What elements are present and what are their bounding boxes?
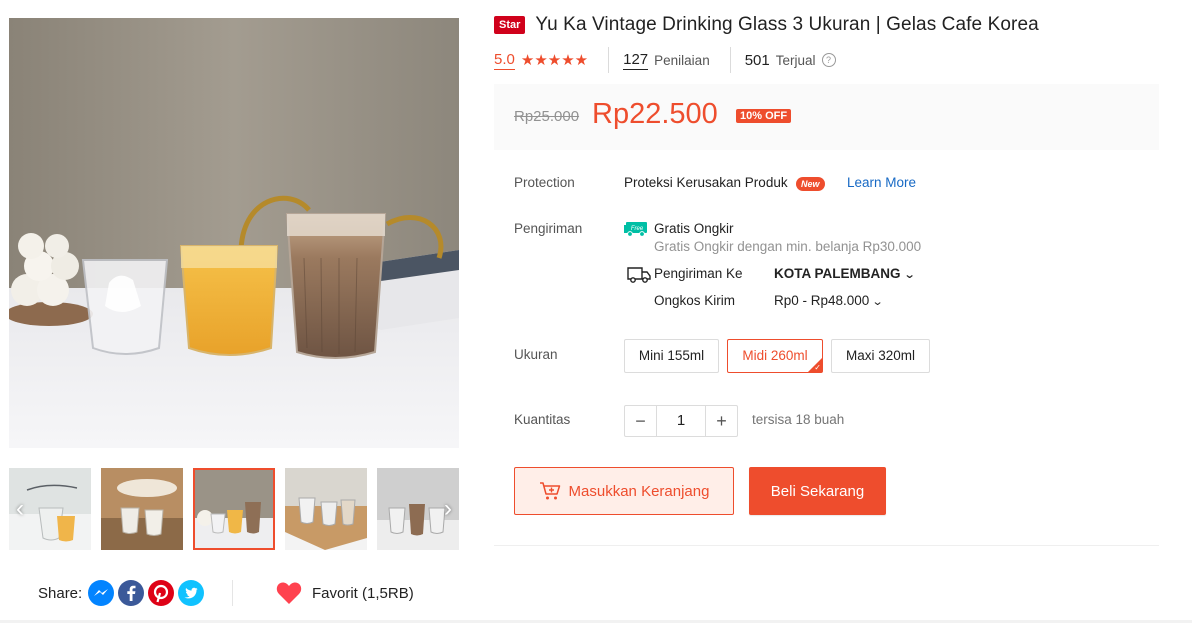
- truck-icon: [627, 267, 651, 283]
- product-photo: [9, 18, 459, 448]
- variant-option-label: Mini 155ml: [638, 348, 705, 363]
- product-title-row: Star Yu Ka Vintage Drinking Glass 3 Ukur…: [494, 14, 1039, 36]
- rating-score[interactable]: 5.0: [494, 51, 515, 70]
- current-price: Rp22.500: [592, 98, 718, 130]
- product-title: Yu Ka Vintage Drinking Glass 3 Ukuran | …: [535, 14, 1039, 35]
- question-icon[interactable]: ?: [821, 53, 836, 67]
- sold-count: 501: [744, 51, 770, 69]
- thumbnail-3-image: [193, 468, 275, 550]
- shipping-to-label: Pengiriman Ke: [654, 266, 743, 281]
- messenger-icon[interactable]: [88, 580, 115, 606]
- product-stats: 5.0 ★ ★ ★ ★ ★ 127 Penilaian 501 Terjual …: [494, 46, 836, 74]
- check-icon: ✓: [814, 363, 821, 372]
- shipping-cost-dropdown[interactable]: Rp0 - Rp48.000 ⌄: [774, 293, 884, 308]
- chevron-down-icon: ⌄: [903, 269, 916, 281]
- chevron-down-icon: ⌄: [871, 296, 884, 308]
- favorite-label: Favorit (1,5RB): [312, 584, 414, 602]
- star-icon: ★: [574, 51, 589, 69]
- variant-option-maxi[interactable]: Maxi 320ml: [831, 339, 930, 373]
- add-to-cart-label: Masukkan Keranjang: [568, 482, 710, 500]
- star-icon: ★: [520, 51, 535, 69]
- new-badge: New: [796, 177, 825, 191]
- thumbnail-4-image: [285, 468, 367, 550]
- buy-now-button[interactable]: Beli Sekarang: [749, 467, 886, 515]
- thumbnail-prev-arrow[interactable]: ‹: [9, 496, 31, 522]
- learn-more-link[interactable]: Learn More: [847, 175, 916, 190]
- thumbnail-strip: ‹ ›: [9, 468, 459, 550]
- shipping-cost-label: Ongkos Kirim: [654, 293, 736, 308]
- price-box: Rp25.000 Rp22.500 10% OFF: [494, 84, 1159, 150]
- share-bar: Share:: [38, 578, 233, 608]
- free-shipping-note: Gratis Ongkir dengan min. belanja Rp30.0…: [654, 239, 922, 254]
- thumbnail-3[interactable]: [193, 468, 275, 550]
- reviews-label: Penilaian: [654, 52, 710, 68]
- stock-note: tersisa 18 buah: [752, 412, 845, 427]
- quantity-increase-button[interactable]: +: [706, 406, 737, 436]
- variant-label: Ukuran: [514, 347, 558, 362]
- quantity-decrease-button[interactable]: −: [625, 406, 656, 436]
- share-divider: [232, 580, 233, 606]
- heart-icon: [276, 582, 302, 604]
- quantity-stepper: − 1 +: [624, 405, 738, 437]
- thumbnail-2-image: [101, 468, 183, 550]
- protection-label: Protection: [514, 175, 575, 190]
- variant-option-midi[interactable]: Midi 260ml ✓: [727, 339, 823, 373]
- variant-option-label: Midi 260ml: [742, 348, 808, 363]
- star-icon: ★: [561, 51, 575, 69]
- thumbnail-next-arrow[interactable]: ›: [437, 496, 459, 522]
- star-icon: ★: [534, 51, 548, 69]
- pinterest-icon[interactable]: [148, 580, 175, 606]
- shipping-destination-value: KOTA PALEMBANG: [774, 266, 901, 281]
- free-shipping-title: Gratis Ongkir: [654, 221, 734, 236]
- quantity-input[interactable]: 1: [656, 406, 706, 436]
- star-icon: ★: [547, 51, 562, 69]
- thumbnail-2[interactable]: [101, 468, 183, 550]
- shipping-label: Pengiriman: [514, 221, 583, 236]
- reviews-count[interactable]: 127: [623, 51, 649, 70]
- cart-icon: [539, 482, 560, 500]
- protection-value: Proteksi Kerusakan Produk: [624, 175, 788, 190]
- section-divider: [494, 545, 1159, 546]
- shipping-cost-value: Rp0 - Rp48.000: [774, 293, 870, 308]
- share-label: Share:: [38, 584, 83, 602]
- favorite-button[interactable]: Favorit (1,5RB): [276, 581, 414, 605]
- stat-divider: [729, 47, 731, 73]
- buy-now-label: Beli Sekarang: [770, 482, 865, 500]
- quantity-label: Kuantitas: [514, 412, 571, 427]
- shipping-destination-dropdown[interactable]: KOTA PALEMBANG ⌄: [774, 266, 916, 281]
- stat-divider: [608, 47, 610, 73]
- original-price: Rp25.000: [514, 108, 580, 125]
- facebook-icon[interactable]: [118, 580, 145, 606]
- free-shipping-icon: Free: [624, 222, 647, 237]
- variant-option-label: Maxi 320ml: [845, 348, 916, 363]
- twitter-icon[interactable]: [178, 580, 205, 606]
- thumbnail-4[interactable]: [285, 468, 367, 550]
- rating-stars: ★ ★ ★ ★ ★: [521, 53, 588, 68]
- variant-option-mini[interactable]: Mini 155ml: [624, 339, 719, 373]
- main-product-image[interactable]: [9, 18, 459, 448]
- free-icon-text: Free: [631, 226, 644, 232]
- star-seller-badge: Star: [494, 16, 526, 34]
- discount-badge: 10% OFF: [736, 109, 792, 123]
- sold-label: Terjual: [775, 52, 816, 68]
- add-to-cart-button[interactable]: Masukkan Keranjang: [514, 467, 734, 515]
